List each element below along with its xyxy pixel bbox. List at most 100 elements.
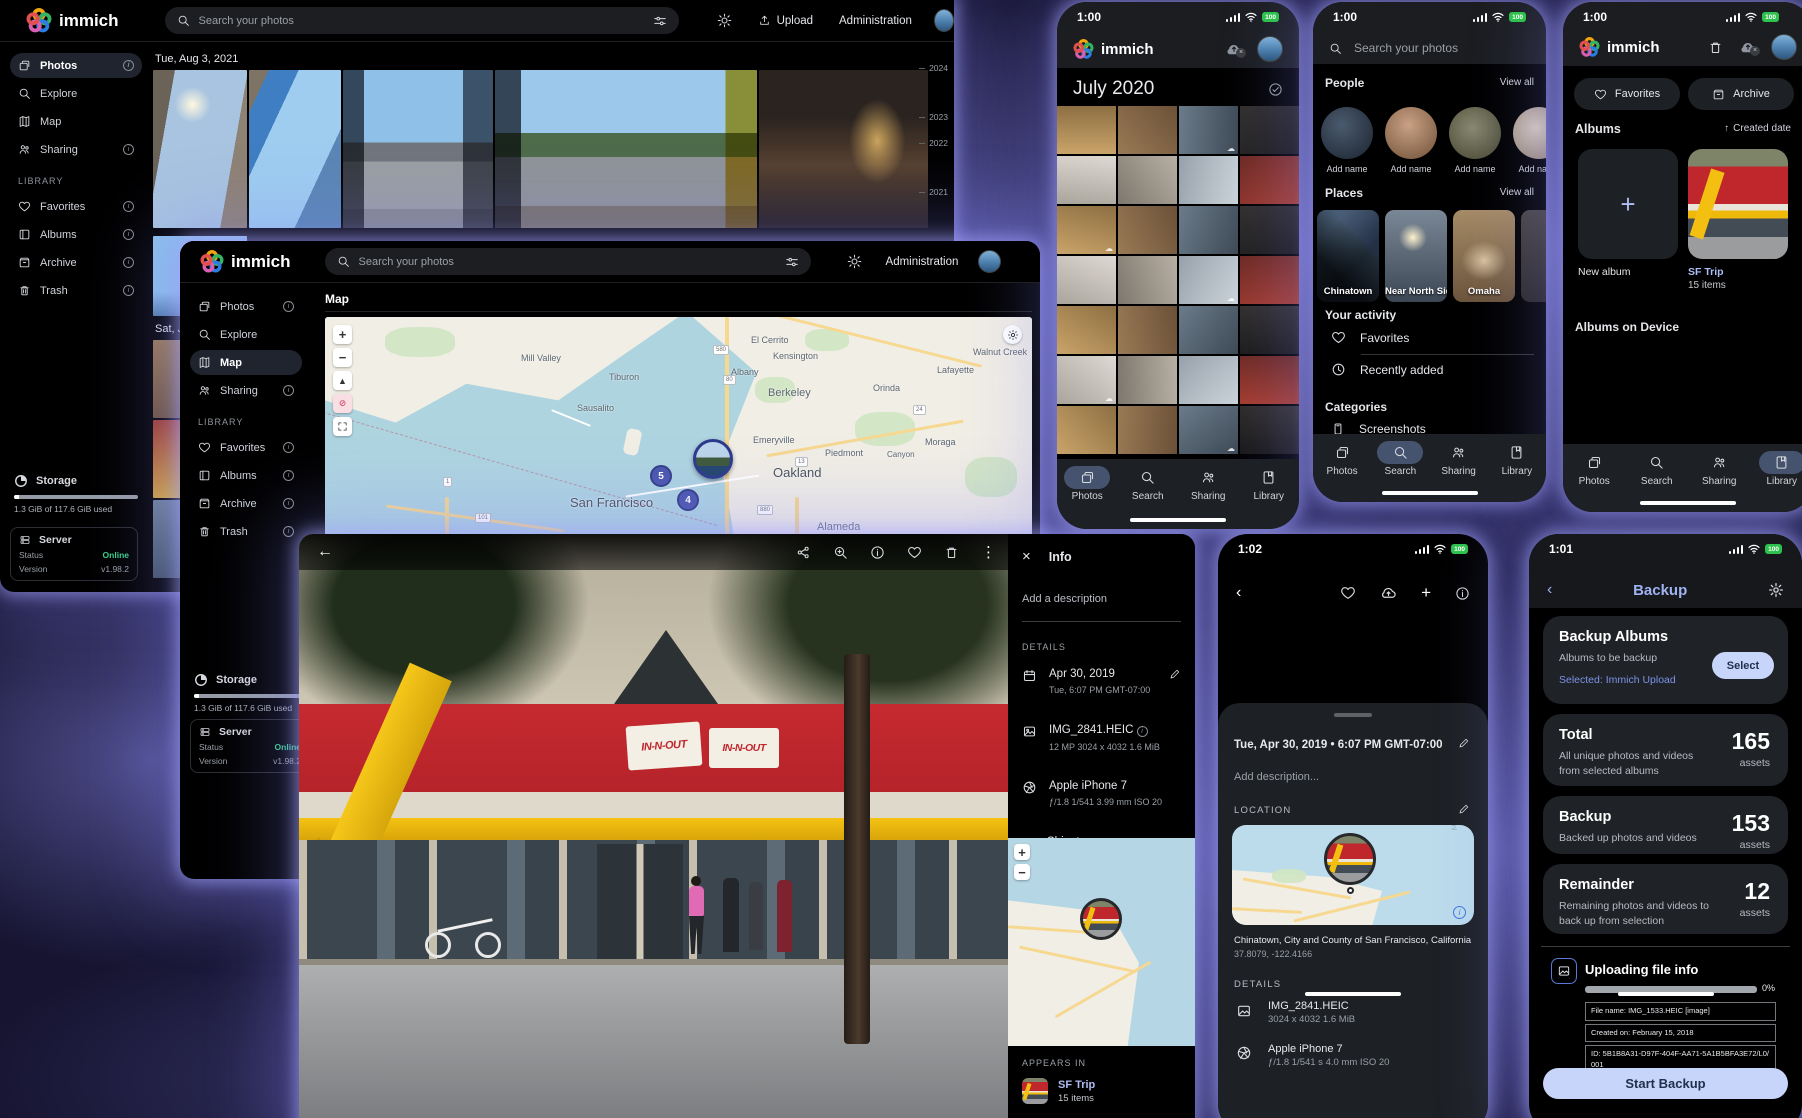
map-settings-button[interactable] (1003, 325, 1022, 344)
photo-thumbnail[interactable] (1118, 106, 1177, 154)
photo-thumbnail[interactable] (153, 70, 247, 228)
photo-thumbnail[interactable]: ☁ (1179, 256, 1238, 304)
album-tile-sf-trip[interactable] (1688, 149, 1788, 259)
photo-thumbnail[interactable] (249, 70, 341, 228)
new-album-tile[interactable]: + (1578, 149, 1678, 259)
timeline-scrubber-year[interactable]: 2023 (919, 112, 948, 122)
sidebar-item-archive[interactable]: Archivei (190, 491, 302, 516)
favorites-button[interactable]: Favorites (1574, 78, 1680, 110)
photo-thumbnail[interactable] (1118, 356, 1177, 404)
select-all-check-icon[interactable] (1268, 82, 1283, 97)
photo-thumbnail[interactable]: ☁ (1057, 206, 1116, 254)
zoom-in-button[interactable]: + (1014, 844, 1030, 860)
timeline-scrubber-year[interactable]: 2024 (919, 63, 948, 73)
info-icon[interactable]: i (283, 470, 294, 481)
edit-pencil-icon[interactable] (1458, 737, 1470, 749)
people-view-all-link[interactable]: View all (1500, 77, 1534, 88)
sidebar-item-trash[interactable]: Trashi (190, 519, 302, 544)
close-icon[interactable]: × (1022, 548, 1031, 565)
photo-preview-area[interactable] (1218, 608, 1488, 703)
photo-thumbnail[interactable] (1118, 306, 1177, 354)
zoom-out-button[interactable]: − (333, 348, 352, 367)
user-avatar[interactable] (978, 250, 1001, 273)
sort-button[interactable]: ↑Created date (1724, 123, 1791, 134)
sidebar-item-map[interactable]: Map (190, 350, 302, 375)
photo-thumbnail[interactable] (1240, 306, 1299, 354)
administration-link[interactable]: Administration (839, 15, 912, 27)
home-indicator[interactable] (1640, 501, 1736, 505)
trash-button[interactable] (1708, 40, 1723, 55)
photo-thumbnail[interactable] (1057, 306, 1116, 354)
tab-photos[interactable]: Photos (1319, 441, 1365, 502)
place-card[interactable]: Omaha (1453, 210, 1515, 302)
backup-cloud-button[interactable]: × (1739, 40, 1757, 54)
info-icon[interactable]: i (123, 60, 134, 71)
photo-thumbnail[interactable] (1240, 406, 1299, 454)
photo-thumbnail[interactable] (495, 70, 757, 228)
search-bar[interactable]: Search your photos (165, 7, 679, 34)
map-photo-marker[interactable] (693, 439, 733, 479)
place-card[interactable]: Chinatown (1317, 210, 1379, 302)
map-photo-marker[interactable] (1324, 833, 1376, 885)
photo-thumbnail[interactable] (1240, 356, 1299, 404)
info-icon[interactable]: i (283, 442, 294, 453)
sidebar-item-favorites[interactable]: Favoritesi (190, 435, 302, 460)
search-bar[interactable]: Search your photos (325, 248, 811, 275)
home-indicator[interactable] (1130, 518, 1226, 522)
immich-logo[interactable]: immich (26, 8, 119, 34)
photo-thumbnail[interactable] (1240, 106, 1299, 154)
photo-thumbnail[interactable] (1240, 256, 1299, 304)
photo-thumbnail[interactable] (1118, 206, 1177, 254)
description-input[interactable]: Add a description (1008, 593, 1195, 605)
photo-thumbnail[interactable] (1118, 256, 1177, 304)
home-indicator[interactable] (1305, 992, 1401, 996)
more-options-kebab-icon[interactable]: ⋮ (981, 543, 996, 561)
upload-cloud-icon[interactable] (1380, 586, 1397, 600)
hide-markers-button[interactable]: ⊘ (333, 394, 352, 413)
upload-button[interactable]: Upload (758, 14, 813, 27)
home-indicator[interactable] (1382, 491, 1478, 495)
theme-toggle-button[interactable] (847, 254, 862, 269)
immich-logo[interactable]: immich (200, 250, 291, 274)
sidebar-item-trash[interactable]: Trashi (10, 278, 142, 303)
fullscreen-button[interactable] (333, 417, 352, 436)
map-cluster-marker[interactable]: 5 (650, 465, 672, 487)
sidebar-item-explore[interactable]: Explore (190, 322, 302, 347)
user-avatar[interactable] (934, 9, 954, 32)
info-icon[interactable]: i (123, 144, 134, 155)
theme-toggle-button[interactable] (717, 13, 732, 28)
favorite-heart-icon[interactable] (1340, 585, 1356, 601)
sidebar-item-favorites[interactable]: Favoritesi (10, 194, 142, 219)
photo-thumbnail[interactable] (1179, 206, 1238, 254)
photo-thumbnail[interactable] (343, 70, 493, 228)
info-icon[interactable]: i (123, 285, 134, 296)
photo-thumbnail[interactable] (1057, 406, 1116, 454)
sidebar-item-photos[interactable]: Photosi (10, 53, 142, 78)
back-chevron-icon[interactable]: ‹ (1236, 584, 1241, 602)
map-cluster-marker[interactable]: 4 (677, 489, 699, 511)
timeline-scrubber-year[interactable]: 2022 (919, 138, 948, 148)
drag-handle[interactable] (1334, 713, 1372, 717)
photo-thumbnail[interactable]: ☁ (1057, 356, 1116, 404)
info-icon[interactable]: i (283, 385, 294, 396)
sidebar-item-photos[interactable]: Photosi (190, 294, 302, 319)
sidebar-item-map[interactable]: Map (10, 109, 142, 134)
timeline-scrubber-year[interactable]: 2021 (919, 187, 948, 197)
info-icon[interactable]: i (123, 201, 134, 212)
edit-pencil-icon[interactable] (1169, 668, 1181, 680)
info-icon[interactable]: i (1137, 726, 1148, 737)
appears-in-album[interactable]: SF Trip15 items (1022, 1078, 1095, 1104)
photo-thumbnail[interactable] (1179, 156, 1238, 204)
info-map-thumbnail[interactable]: + − (1008, 838, 1195, 1046)
archive-button[interactable]: Archive (1688, 78, 1794, 110)
select-albums-button[interactable]: Select (1712, 652, 1774, 679)
add-to-album-plus-icon[interactable]: + (1421, 583, 1431, 603)
tab-photos[interactable]: Photos (1064, 466, 1110, 529)
sidebar-item-sharing[interactable]: Sharingi (10, 137, 142, 162)
map-photo-marker[interactable] (1080, 898, 1122, 940)
info-icon[interactable] (1455, 586, 1470, 601)
photo-thumbnail[interactable] (1240, 156, 1299, 204)
sidebar-item-albums[interactable]: Albumsi (10, 222, 142, 247)
start-backup-button[interactable]: Start Backup (1543, 1068, 1788, 1099)
photo-thumbnail[interactable]: ☁ (1179, 406, 1238, 454)
